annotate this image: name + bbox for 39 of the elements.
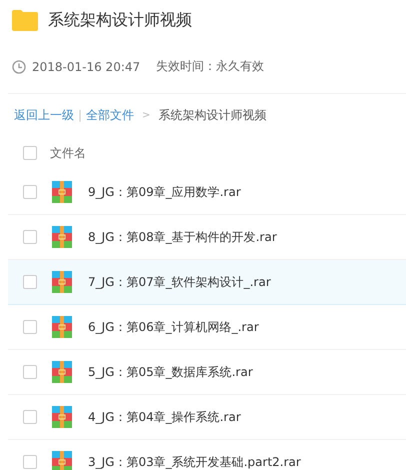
expiry-text: 失效时间：永久有效 <box>156 58 264 75</box>
back-link[interactable]: 返回上一级 <box>14 106 74 124</box>
share-date: 2018-01-16 20:47 <box>32 60 140 74</box>
file-row[interactable]: 7_JG：第07章_软件架构设计_.rar <box>8 260 406 305</box>
archive-icon <box>52 226 72 248</box>
file-name: 8_JG：第08章_基于构件的开发.rar <box>88 228 277 246</box>
file-row[interactable]: 9_JG：第09章_应用数学.rar <box>8 170 406 215</box>
column-header: 文件名 <box>50 144 86 162</box>
archive-icon <box>52 271 72 293</box>
all-files-link[interactable]: 全部文件 <box>86 106 134 124</box>
archive-icon <box>52 361 72 383</box>
clock-icon <box>12 60 26 74</box>
file-name: 4_JG：第04章_操作系统.rar <box>88 408 241 426</box>
file-row[interactable]: 5_JG：第05章_数据库系统.rar <box>8 350 406 395</box>
archive-icon <box>52 451 72 470</box>
row-checkbox[interactable] <box>23 230 37 244</box>
file-name: 5_JG：第05章_数据库系统.rar <box>88 364 253 380</box>
folder-title: 系统架构设计师视频 <box>48 10 192 30</box>
current-folder: 系统架构设计师视频 <box>158 106 266 124</box>
row-checkbox[interactable] <box>23 365 37 379</box>
row-checkbox[interactable] <box>23 410 37 424</box>
row-checkbox[interactable] <box>23 320 37 334</box>
file-name: 9_JG：第09章_应用数学.rar <box>88 184 241 200</box>
archive-icon <box>52 181 72 203</box>
file-name: 3_JG：第03章_系统开发基础.part2.rar <box>88 454 301 470</box>
row-checkbox[interactable] <box>23 455 37 469</box>
row-checkbox[interactable] <box>23 185 37 199</box>
file-row[interactable]: 3_JG：第03章_系统开发基础.part2.rar <box>8 440 406 470</box>
select-all-checkbox[interactable] <box>23 146 37 160</box>
row-checkbox[interactable] <box>23 275 37 289</box>
folder-icon <box>12 9 38 31</box>
file-name: 6_JG：第06章_计算机网络_.rar <box>88 318 259 336</box>
archive-icon <box>52 406 72 428</box>
file-row[interactable]: 6_JG：第06章_计算机网络_.rar <box>8 305 406 350</box>
archive-icon <box>52 316 72 338</box>
file-name: 7_JG：第07章_软件架构设计_.rar <box>88 274 271 290</box>
separator: | <box>78 108 82 122</box>
breadcrumb-arrow: > <box>142 110 150 120</box>
file-row[interactable]: 4_JG：第04章_操作系统.rar <box>8 395 406 440</box>
